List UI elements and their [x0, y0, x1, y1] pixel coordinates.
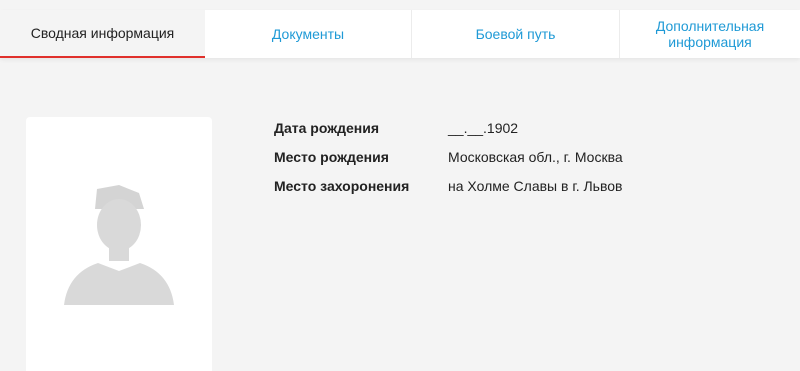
photo-placeholder-card	[26, 117, 212, 371]
tab-additional-info-label: Дополнительная информация	[655, 18, 765, 50]
tab-combat-path[interactable]: Боевой путь	[412, 10, 620, 58]
burial-place-value: на Холме Славы в г. Львов	[448, 178, 623, 194]
birth-place-value: Московская обл., г. Москва	[448, 149, 623, 165]
tab-summary-label: Сводная информация	[30, 25, 175, 41]
tab-combat-path-label: Боевой путь	[475, 26, 556, 42]
birth-date-value: __.__.1902	[448, 120, 519, 136]
tab-bar: Сводная информация Документы Боевой путь…	[0, 10, 800, 58]
tab-documents-label: Документы	[271, 26, 345, 42]
burial-place-label: Место захоронения	[274, 178, 410, 194]
birth-date-label: Дата рождения	[274, 120, 380, 136]
personal-info-list: Дата рождения __.__.1902 Место рождения …	[274, 118, 623, 205]
birth-place-label: Место рождения	[274, 149, 389, 165]
info-row-burial-place: Место захоронения на Холме Славы в г. Ль…	[274, 176, 623, 196]
tab-documents[interactable]: Документы	[205, 10, 412, 58]
info-row-birth-place: Место рождения Московская обл., г. Москв…	[274, 147, 623, 167]
tab-summary[interactable]: Сводная информация	[0, 10, 205, 58]
tab-additional-info[interactable]: Дополнительная информация	[620, 10, 800, 58]
soldier-silhouette-icon	[64, 185, 174, 305]
info-row-birth-date: Дата рождения __.__.1902	[274, 118, 623, 138]
